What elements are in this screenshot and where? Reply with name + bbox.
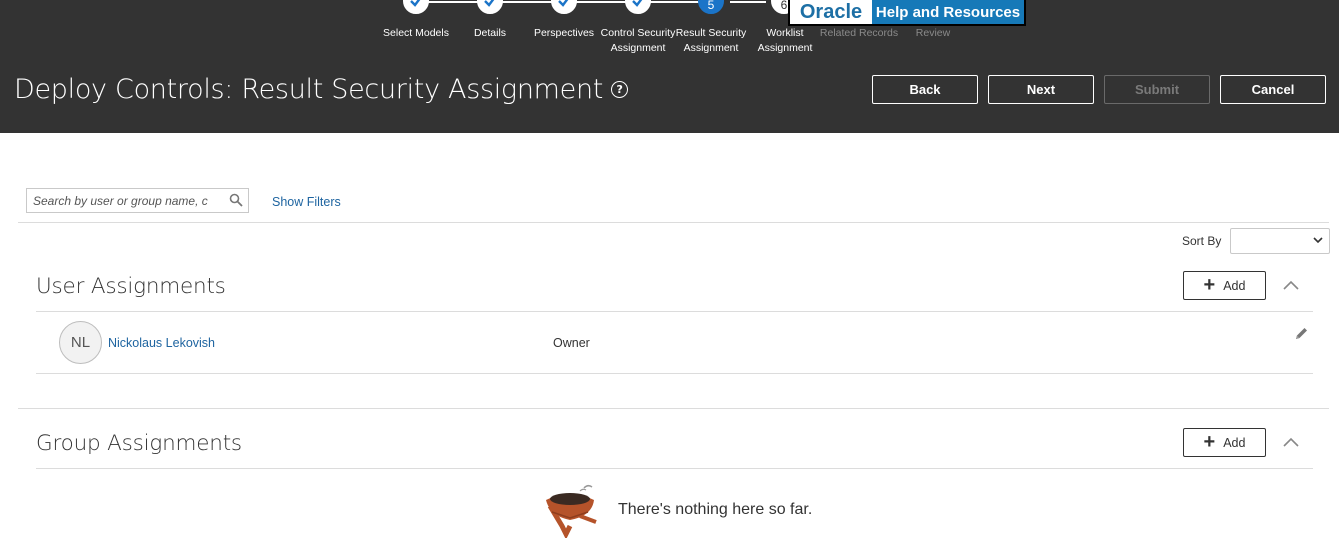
empty-state: There's nothing here so far. <box>540 482 812 538</box>
show-filters-link[interactable]: Show Filters <box>272 195 341 209</box>
user-row-divider <box>36 373 1313 374</box>
empty-nest-icon <box>546 484 597 538</box>
search-field[interactable] <box>26 188 249 213</box>
add-group-label: Add <box>1223 435 1246 450</box>
page-title: Deploy Controls: Result Security Assignm… <box>14 74 629 105</box>
plus-icon: + <box>1203 273 1216 296</box>
header-bar: 5 6 Select Models Details Perspectives C… <box>0 0 1339 133</box>
user-assignments-title: User Assignments <box>36 274 226 299</box>
plus-icon: + <box>1203 430 1216 453</box>
help-icon[interactable]: ? <box>611 81 629 98</box>
checkmark-icon <box>410 0 421 7</box>
train-connector <box>730 1 766 3</box>
checkmark-icon <box>484 0 495 7</box>
process-train: 5 6 Select Models Details Perspectives C… <box>0 0 1339 60</box>
back-button[interactable]: Back <box>872 75 978 104</box>
page-title-text: Deploy Controls: Result Security Assignm… <box>14 74 604 105</box>
train-stop-result-security[interactable]: 5 <box>698 0 724 14</box>
train-stop-details[interactable] <box>477 0 503 14</box>
help-resources-label: Help and Resources <box>872 0 1024 24</box>
next-button[interactable]: Next <box>988 75 1094 104</box>
group-section-divider <box>36 468 1313 469</box>
train-label-review: Review <box>915 27 951 39</box>
train-stop-control-security[interactable] <box>625 0 651 14</box>
avatar: NL <box>59 321 102 364</box>
submit-button: Submit <box>1104 75 1210 104</box>
train-stop-perspectives[interactable] <box>551 0 577 14</box>
add-group-button[interactable]: + Add <box>1183 428 1266 457</box>
chevron-up-icon[interactable] <box>1282 436 1300 448</box>
group-assignments-title: Group Assignments <box>36 431 242 456</box>
empty-state-text: There's nothing here so far. <box>618 501 813 518</box>
sort-by-select[interactable] <box>1230 228 1330 254</box>
search-icon[interactable] <box>229 193 243 207</box>
user-section-divider <box>36 311 1313 312</box>
chevron-up-icon[interactable] <box>1282 279 1300 291</box>
checkmark-icon <box>632 0 643 7</box>
add-user-label: Add <box>1223 278 1246 293</box>
cancel-button[interactable]: Cancel <box>1220 75 1326 104</box>
toolbar-divider <box>18 222 1329 223</box>
chevron-down-icon <box>1313 237 1323 244</box>
oracle-help-badge[interactable]: Oracle Help and Resources <box>788 0 1026 26</box>
add-user-button[interactable]: + Add <box>1183 271 1266 300</box>
user-name-link[interactable]: Nickolaus Lekovish <box>108 336 215 350</box>
search-input[interactable] <box>27 189 217 212</box>
train-stop-select-models[interactable] <box>403 0 429 14</box>
oracle-logo-text: Oracle <box>790 0 872 24</box>
sort-by-label: Sort By <box>1182 234 1222 248</box>
checkmark-icon <box>558 0 569 7</box>
section-separator <box>18 408 1329 409</box>
user-role: Owner <box>553 336 590 350</box>
pencil-icon[interactable] <box>1294 326 1309 341</box>
